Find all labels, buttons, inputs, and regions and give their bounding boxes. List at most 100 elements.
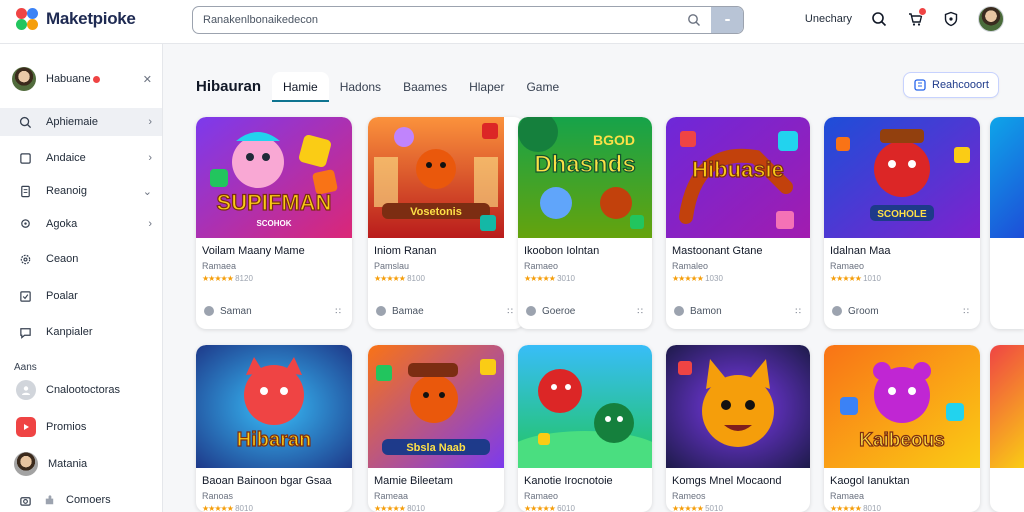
svg-text:SCOHOLE: SCOHOLE (877, 209, 927, 220)
sidebar-user-name: Habuane (46, 73, 91, 85)
check-icon (18, 289, 32, 303)
close-icon[interactable]: ✕ (143, 73, 152, 86)
more-icon[interactable]: ∷ (963, 306, 969, 317)
game-subtitle: Ramaea (202, 261, 237, 271)
game-subtitle: Ramaleo (672, 261, 709, 271)
star-icon: ★★★★★ (830, 504, 862, 512)
game-thumbnail: Dhasnds BGOD (518, 117, 652, 238)
game-subtitle: Pamslau (374, 261, 410, 271)
doc-icon (18, 184, 32, 198)
sidebar-item-5[interactable]: Poalar (0, 282, 162, 310)
sidebar-item-4[interactable]: Ceaon (0, 245, 162, 273)
avatar (14, 452, 38, 476)
game-rating: ★★★★★ 3010 (524, 274, 575, 283)
game-rating: ★★★★★ 8010 (830, 504, 881, 512)
game-card[interactable]: Vosetonis Iniom Ranan Pamslau ★★★★★ 8100… (368, 117, 524, 329)
game-card[interactable]: Komgs Mnel Mocaond Rameos ★★★★★ 5010 (666, 345, 810, 512)
tag-icon (674, 306, 684, 316)
sidebar-account-2[interactable]: Matania (0, 450, 162, 478)
sidebar-item-1[interactable]: Andaice › (0, 144, 162, 172)
action-button[interactable]: Reahcooort (903, 72, 999, 98)
game-subtitle: Rameaa (374, 491, 409, 501)
game-card[interactable]: Hibuasie Mastoonant Gtane Ramaleo ★★★★★ … (666, 117, 810, 329)
game-card-peek[interactable] (990, 345, 1024, 512)
game-thumbnail (990, 345, 1024, 468)
search-input[interactable]: Ranakenlbonaikedecon (193, 7, 683, 33)
chevron-down-icon: ⌄ (142, 185, 152, 198)
app-logo[interactable]: Maketpioke (16, 8, 136, 30)
game-card[interactable]: SUPIFMAN SCOHOK Voilam Maany Mame Ramaea… (196, 117, 352, 329)
top-bar: Maketpioke Ranakenlbonaikedecon Unechary (0, 0, 1024, 44)
tag-icon (376, 306, 386, 316)
sidebar-account-label: Promios (46, 421, 87, 433)
game-title: Voilam Maany Mame (202, 245, 305, 257)
game-title: Kanotie Irocnotoie (524, 475, 613, 487)
game-subtitle: Ramaeo (830, 261, 865, 271)
game-rating: ★★★★★ 8010 (374, 504, 425, 512)
sidebar-account-label: Cnalootoctoras (46, 384, 120, 396)
more-icon[interactable]: ∷ (795, 306, 801, 317)
game-thumbnail: Vosetonis (368, 117, 524, 238)
logo-icon (16, 8, 38, 30)
search-submit-button[interactable] (711, 7, 743, 33)
game-thumbnail: SUPIFMAN SCOHOK (196, 117, 352, 238)
game-title: Iniom Ranan (374, 245, 437, 257)
star-icon: ★★★★★ (524, 504, 556, 512)
status-dot (92, 75, 100, 83)
search-icon[interactable] (683, 7, 705, 33)
game-card[interactable]: Sbsla Naab Mamie Bileetam Rameaa ★★★★★ 8… (368, 345, 504, 512)
sidebar-item-6[interactable]: Kanpialer (0, 318, 162, 346)
game-card[interactable]: Dhasnds BGOD Ikoobon Iolntan Ramaeo ★★★★… (518, 117, 652, 329)
game-title: Ikoobon Iolntan (524, 245, 600, 257)
tab-4[interactable]: Hlaper (458, 72, 515, 102)
sidebar-account-0[interactable]: Cnalootoctoras (0, 376, 162, 404)
camera-icon (18, 493, 32, 507)
tab-bar: Hamie Hadons Baames Hlaper Game (272, 72, 570, 102)
sidebar-account-label: Comoers (66, 494, 111, 506)
avatar (12, 67, 36, 91)
more-icon[interactable]: ∷ (637, 306, 643, 317)
svg-text:Sbsla Naab: Sbsla Naab (406, 442, 466, 454)
sidebar-item-3[interactable]: Agoka › (0, 210, 162, 238)
top-right-actions: Unechary (805, 4, 1004, 34)
sidebar-section-heading: Aans (14, 362, 37, 373)
shield-icon[interactable] (942, 10, 960, 28)
cart-icon[interactable] (906, 7, 927, 28)
game-thumbnail (990, 117, 1024, 238)
top-link[interactable]: Unechary (805, 13, 852, 25)
svg-text:SCOHOK: SCOHOK (256, 219, 291, 228)
sidebar-item-2[interactable]: Reanoig ⌄ (0, 177, 162, 205)
sidebar-item-0[interactable]: Aphiemaie › (0, 108, 162, 136)
search-icon[interactable] (870, 10, 888, 28)
game-card[interactable]: Kanotie Irocnotoie Ramaeo ★★★★★ 6010 (518, 345, 652, 512)
more-icon[interactable]: ∷ (507, 306, 513, 317)
card-footer: Bamon ∷ (674, 304, 804, 318)
sidebar-item-label: Agoka (46, 218, 78, 230)
game-card[interactable]: Hibaran Baoan Bainoon bgar Gsaa Ranoas ★… (196, 345, 352, 512)
tab-2[interactable]: Hadons (329, 72, 392, 102)
sidebar-account-1[interactable]: Promios (0, 413, 162, 441)
game-thumbnail: Hibaran (196, 345, 352, 468)
game-subtitle: Ramaeo (524, 491, 559, 501)
square-icon (18, 151, 32, 165)
tab-home[interactable]: Hamie (272, 72, 329, 102)
game-thumbnail: Kaibeous (824, 345, 980, 468)
game-card-peek[interactable] (990, 117, 1024, 329)
game-thumbnail (518, 345, 652, 468)
tab-3[interactable]: Baames (392, 72, 458, 102)
game-thumbnail: SCOHOLE (824, 117, 980, 238)
tab-5[interactable]: Game (515, 72, 570, 102)
svg-text:Vosetonis: Vosetonis (410, 206, 462, 218)
more-icon[interactable]: ∷ (335, 306, 341, 317)
sidebar-user[interactable]: Habuane ✕ (12, 66, 152, 92)
game-card[interactable]: Kaibeous Kaogol Ianuktan Ramaea ★★★★★ 80… (824, 345, 980, 512)
star-icon: ★★★★★ (374, 274, 406, 283)
sidebar-item-label: Reanoig (46, 185, 87, 197)
user-avatar[interactable] (978, 6, 1004, 32)
game-card[interactable]: SCOHOLE Idalnan Maa Ramaeo ★★★★★ 1010 Gr… (824, 117, 980, 329)
search-bar[interactable]: Ranakenlbonaikedecon (192, 6, 744, 34)
sidebar-account-3[interactable]: Comoers (0, 486, 162, 512)
tag-icon (832, 306, 842, 316)
page-title: Hibauran (196, 78, 262, 95)
sidebar-item-label: Ceaon (46, 253, 79, 265)
